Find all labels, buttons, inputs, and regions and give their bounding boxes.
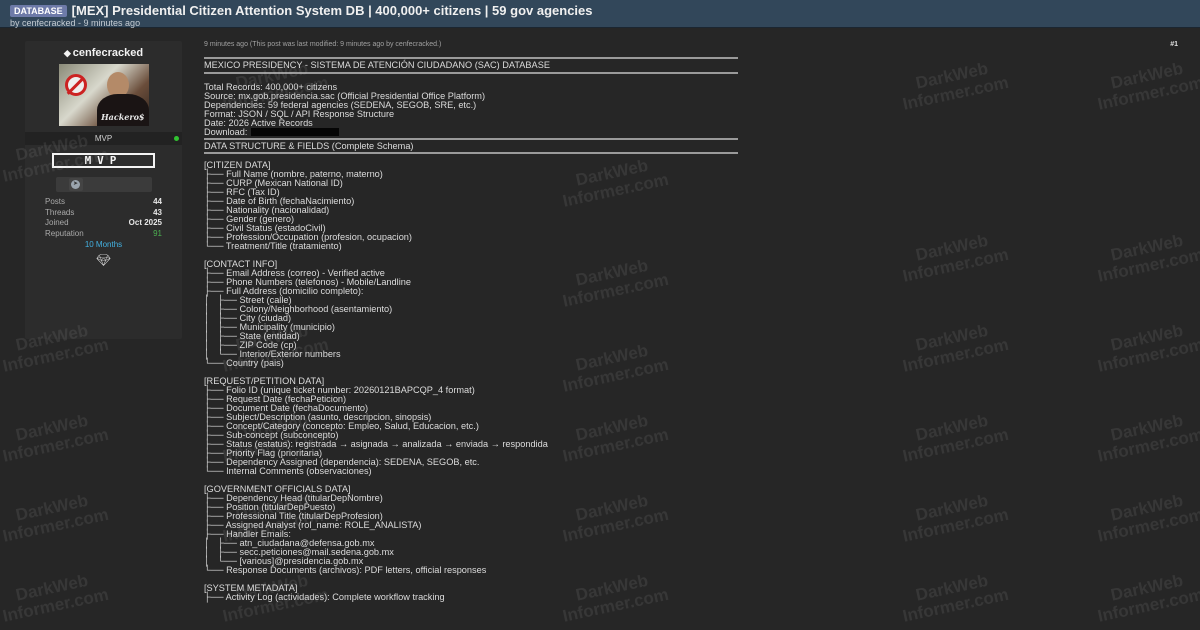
user-stats: Posts 44 Threads 43 Joined Oct 2025 Repu… — [25, 197, 182, 239]
online-status-icon — [174, 136, 179, 141]
watermark-line: DarkWeb — [14, 570, 90, 605]
watermark: DarkWebInformer.com — [0, 408, 110, 466]
post-body: MEXICO PRESIDENCY - SISTEMA DE ATENCIÓN … — [204, 57, 738, 602]
user-rank-bar: MVP — [25, 132, 182, 145]
schema-field-line: └── Country (pais) — [204, 358, 284, 368]
rank-image: MVP — [52, 153, 155, 168]
stat-label: Reputation — [45, 228, 84, 238]
stat-value[interactable]: 91 — [153, 229, 162, 240]
avatar[interactable]: Hackero$ — [58, 64, 149, 126]
no-smoking-sign — [64, 74, 87, 96]
thread-byline: by cenfecracked - 9 minutes ago — [10, 18, 141, 28]
diamond-icon: ◆ — [63, 48, 71, 58]
stat-threads: Threads 43 — [45, 208, 162, 219]
stat-value: Oct 2025 — [128, 218, 162, 227]
thread-title: [MEX] Presidential Citizen Attention Sys… — [71, 3, 593, 18]
telegram-icon: ➤ — [71, 180, 80, 189]
watermark: DarkWebInformer.com — [0, 488, 110, 546]
schema-field-line: ├── Activity Log (actividades): Complete… — [204, 592, 445, 602]
watermark-line: DarkWeb — [14, 490, 90, 525]
stat-value[interactable]: 43 — [153, 208, 162, 219]
stat-label: Joined — [45, 218, 69, 227]
thread-title-row: DATABASE [MEX] Presidential Citizen Atte… — [10, 3, 1190, 18]
stat-posts: Posts 44 — [45, 197, 162, 208]
download-line: Download: — [204, 127, 738, 137]
post-timestamp: 9 minutes ago (This post was last modifi… — [204, 41, 442, 48]
stat-reputation: Reputation 91 — [45, 229, 162, 240]
schema-field-line: ├── CURP (Mexican National ID) — [204, 178, 343, 188]
contact-bar: ➤ — [55, 177, 152, 192]
user-rank: MVP — [94, 134, 113, 143]
schema-heading: DATA STRUCTURE & FIELDS (Complete Schema… — [204, 141, 414, 151]
schema-field-line: │ └── Interior/Exterior numbers — [204, 349, 341, 359]
schema-field-line: └── Internal Comments (observaciones) — [204, 466, 372, 476]
membership-duration: 10 Months — [84, 240, 123, 249]
post-heading: MEXICO PRESIDENCY - SISTEMA DE ATENCIÓN … — [204, 60, 550, 70]
redacted-download-link[interactable] — [251, 128, 340, 136]
prefix-badge[interactable]: DATABASE — [10, 4, 67, 17]
thread-header: DATABASE [MEX] Presidential Citizen Atte… — [0, 0, 1200, 28]
watermark-line: DarkWeb — [14, 410, 90, 445]
watermark-line: Informer.com — [0, 584, 111, 626]
watermark: DarkWebInformer.com — [0, 568, 110, 626]
stat-label: Posts — [45, 197, 66, 206]
schema-sections: [CITIZEN DATA] ├── Full Name (nombre, pat… — [204, 160, 738, 602]
download-label: Download: — [204, 127, 248, 137]
stat-joined: Joined Oct 2025 — [45, 218, 162, 229]
schema-field-line: └── Treatment/Title (tratamiento) — [204, 241, 342, 251]
schema-field-line: └── Response Documents (archivos): PDF l… — [204, 565, 487, 575]
stat-value[interactable]: 44 — [153, 197, 162, 208]
post: 9 minutes ago (This post was last modifi… — [204, 41, 1184, 602]
telegram-button[interactable]: ➤ — [68, 178, 83, 191]
watermark-line: Informer.com — [0, 334, 111, 376]
watermark-line: Informer.com — [0, 504, 111, 546]
summary-line: Date: 2026 Active Records — [204, 118, 313, 128]
post-number-link[interactable]: #1 — [1170, 41, 1178, 48]
avatar-tag-text: Hackero$ — [101, 112, 145, 122]
diamond-award-icon[interactable]: 💎︎ — [25, 253, 182, 267]
author-username[interactable]: cenfecracked — [73, 47, 143, 59]
stat-label: Threads — [45, 207, 75, 217]
thread-content: ◆ cenfecracked Hackero$ MVP MVP ➤ Posts 4… — [0, 29, 1200, 630]
watermark-line: Informer.com — [0, 424, 111, 466]
author-username-row: ◆ cenfecracked — [25, 47, 182, 59]
author-profile-card: ◆ cenfecracked Hackero$ MVP MVP ➤ Posts 4… — [25, 41, 182, 339]
